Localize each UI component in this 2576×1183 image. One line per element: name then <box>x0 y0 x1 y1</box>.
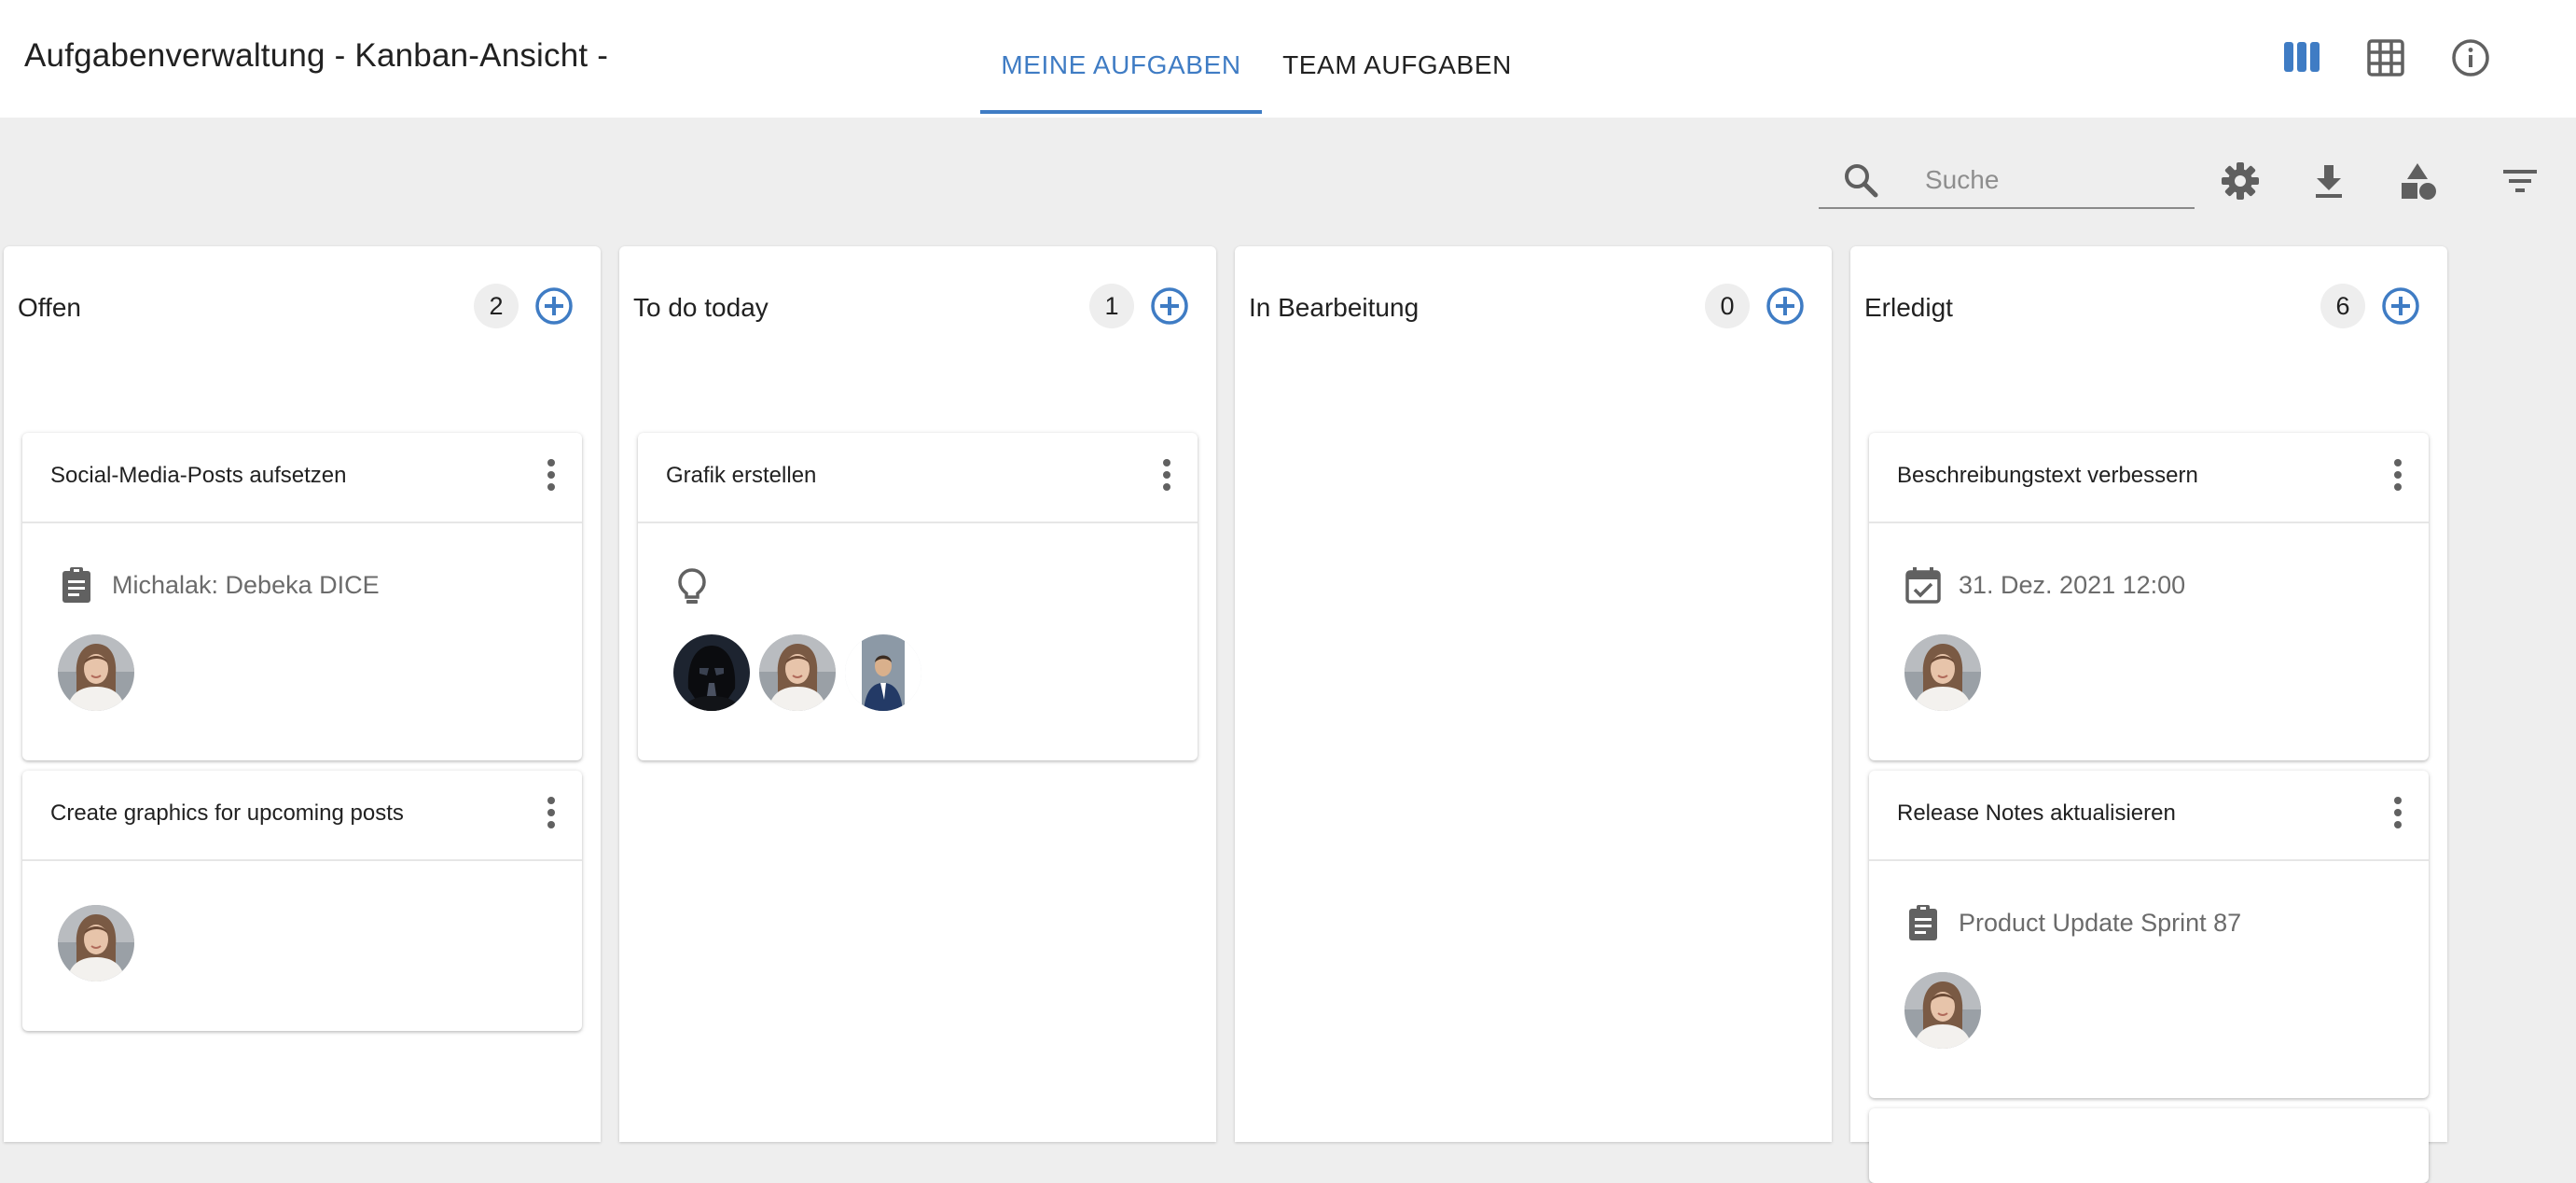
card-header: Release Notes aktualisieren <box>1869 771 2429 861</box>
column-count-badge: 2 <box>474 284 519 328</box>
assignee-avatar[interactable] <box>58 634 134 711</box>
assignee-avatar[interactable] <box>759 634 836 711</box>
assignee-avatar[interactable] <box>1904 634 1981 711</box>
calendar-check-icon <box>1905 567 1941 604</box>
more-vert-icon[interactable] <box>1162 459 1171 494</box>
task-project-label: Michalak: Debeka DICE <box>112 571 380 599</box>
column-count-badge: 0 <box>1705 284 1750 328</box>
search-icon <box>1845 164 1878 198</box>
task-card[interactable]: Social-Media-Posts aufsetzen Michalak: D… <box>22 433 582 760</box>
page-title: Aufgabenverwaltung - Kanban-Ansicht - <box>24 37 609 74</box>
column-title: In Bearbeitung <box>1249 293 1420 322</box>
column-count-badge: 1 <box>1089 284 1134 328</box>
download-icon[interactable] <box>2308 160 2349 202</box>
kanban-column-in-bearbeitung: In Bearbeitung 0 <box>1235 246 1832 1142</box>
settings-icon[interactable] <box>2220 160 2261 202</box>
tab-team-tasks[interactable]: TEAM AUFGABEN <box>1270 0 1524 110</box>
more-vert-icon[interactable] <box>2393 797 2403 832</box>
column-title: To do today <box>633 293 769 322</box>
card-header: Social-Media-Posts aufsetzen <box>22 433 582 523</box>
info-icon[interactable] <box>2450 37 2491 78</box>
task-card[interactable]: Release Notes aktualisieren Product Upda… <box>1869 771 2429 1098</box>
add-task-icon[interactable] <box>532 284 576 328</box>
card-title: Grafik erstellen <box>666 463 817 488</box>
task-card[interactable]: Create graphics for upcoming posts <box>22 771 582 1031</box>
table-view-icon[interactable] <box>2365 37 2406 78</box>
kanban-column-to-do-today: To do today 1 Grafik erstellen <box>619 246 1216 1142</box>
card-title: Social-Media-Posts aufsetzen <box>50 463 347 488</box>
column-title: Offen <box>18 293 81 322</box>
card-title: Release Notes aktualisieren <box>1897 800 2176 826</box>
card-header: Create graphics for upcoming posts <box>22 771 582 861</box>
card-title: Beschreibungstext verbessern <box>1897 463 2198 488</box>
kanban-column-offen: Offen 2 Social-Media-Posts aufsetzen Mic… <box>4 246 601 1142</box>
card-header: Beschreibungstext verbessern <box>1869 433 2429 523</box>
card-header: Grafik erstellen <box>638 433 1198 523</box>
tab-my-tasks[interactable]: MEINE AUFGABEN <box>980 0 1262 114</box>
task-card[interactable] <box>1869 1108 2429 1183</box>
card-title: Create graphics for upcoming posts <box>50 800 404 826</box>
kanban-view-icon[interactable] <box>2281 37 2322 78</box>
search-field[interactable] <box>1819 151 2195 209</box>
search-input[interactable] <box>1923 159 2188 202</box>
task-project-label: Product Update Sprint 87 <box>1959 909 2242 937</box>
lightbulb-icon <box>678 568 706 604</box>
task-due-date: 31. Dez. 2021 12:00 <box>1959 571 2186 599</box>
add-task-icon[interactable] <box>2378 284 2423 328</box>
shapes-icon[interactable] <box>2398 160 2439 202</box>
app-header: Aufgabenverwaltung - Kanban-Ansicht - ME… <box>0 0 2576 118</box>
assignee-avatar[interactable] <box>58 905 134 981</box>
more-vert-icon[interactable] <box>547 797 556 832</box>
add-task-icon[interactable] <box>1147 284 1192 328</box>
assignee-avatar[interactable] <box>845 634 921 711</box>
kanban-column-erledigt: Erledigt 6 Beschreibungstext verbessern … <box>1850 246 2447 1183</box>
assignee-avatar[interactable] <box>673 634 750 711</box>
column-count-badge: 6 <box>2320 284 2365 328</box>
more-vert-icon[interactable] <box>2393 459 2403 494</box>
column-title: Erledigt <box>1864 293 1953 322</box>
clipboard-icon <box>1909 905 1937 940</box>
clipboard-icon <box>62 567 90 603</box>
assignee-avatar[interactable] <box>1904 972 1981 1049</box>
more-vert-icon[interactable] <box>547 459 556 494</box>
task-card[interactable]: Grafik erstellen <box>638 433 1198 760</box>
filter-icon[interactable] <box>2500 160 2541 202</box>
task-card[interactable]: Beschreibungstext verbessern 31. Dez. 20… <box>1869 433 2429 760</box>
add-task-icon[interactable] <box>1763 284 1807 328</box>
